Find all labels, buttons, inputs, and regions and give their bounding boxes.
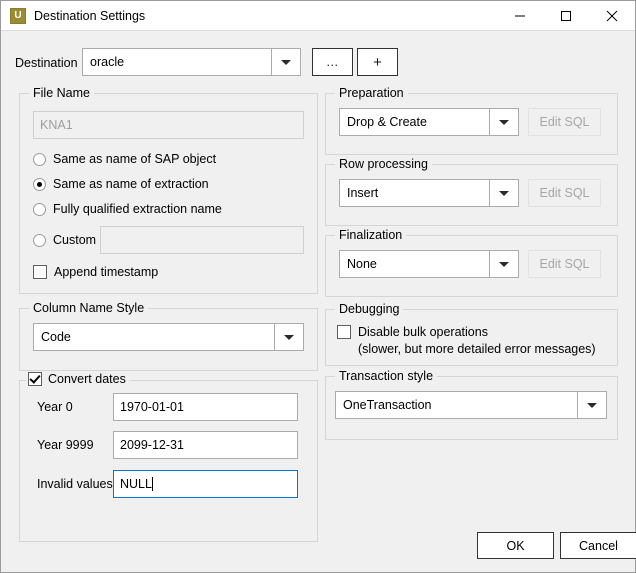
radio-fully-qualified-name[interactable]: Fully qualified extraction name — [33, 202, 222, 216]
title-bar: U Destination Settings — [1, 1, 635, 31]
browse-destination-button[interactable]: ... — [312, 48, 353, 76]
append-timestamp-checkbox[interactable]: Append timestamp — [33, 265, 158, 280]
radio-same-as-sap-object[interactable]: Same as name of SAP object — [33, 152, 216, 166]
convert-dates-checkbox-indicator[interactable] — [28, 372, 42, 386]
destination-combo[interactable]: oracle — [82, 48, 301, 76]
row-processing-value: Insert — [347, 186, 379, 200]
year-9999-value: 2099-12-31 — [120, 438, 184, 452]
file-name-group-title: File Name — [29, 86, 94, 100]
year-0-value: 1970-01-01 — [120, 400, 184, 414]
radio-label: Same as name of extraction — [53, 177, 209, 191]
year-9999-input[interactable]: 2099-12-31 — [113, 431, 298, 459]
radio-label: Fully qualified extraction name — [53, 202, 222, 216]
preparation-combo[interactable]: Drop & Create — [339, 108, 519, 136]
disable-bulk-operations-label: Disable bulk operations — [358, 325, 488, 339]
destination-combo-value: oracle — [90, 55, 125, 69]
chevron-down-icon[interactable] — [274, 324, 303, 350]
row-processing-edit-sql-button[interactable]: Edit SQL — [528, 179, 601, 207]
custom-file-name-input[interactable] — [100, 226, 304, 254]
disable-bulk-operations-checkbox[interactable]: Disable bulk operations — [337, 325, 488, 340]
ok-button-label: OK — [506, 538, 525, 553]
row-processing-group-title: Row processing — [335, 157, 432, 171]
finalization-group-title: Finalization — [335, 228, 407, 242]
destination-settings-window: U Destination Settings Destination oracl… — [0, 0, 636, 573]
file-name-preview-field: KNA1 — [33, 111, 304, 139]
checkbox-indicator — [33, 265, 47, 279]
finalization-value: None — [347, 257, 377, 271]
close-icon[interactable] — [589, 1, 635, 30]
checkbox-indicator — [337, 325, 351, 339]
window-title: Destination Settings — [34, 8, 146, 23]
radio-indicator — [33, 202, 46, 216]
maximize-icon[interactable] — [543, 1, 589, 30]
year-0-input[interactable]: 1970-01-01 — [113, 393, 298, 421]
chevron-down-icon[interactable] — [489, 180, 518, 206]
finalization-edit-sql-button[interactable]: Edit SQL — [528, 250, 601, 278]
disable-bulk-operations-note: (slower, but more detailed error message… — [358, 342, 596, 356]
radio-same-as-extraction[interactable]: Same as name of extraction — [33, 177, 209, 191]
preparation-edit-sql-button[interactable]: Edit SQL — [528, 108, 601, 136]
dialog-body: Destination oracle ... + File Name KNA1 … — [1, 31, 636, 572]
invalid-values-label: Invalid values — [37, 477, 113, 491]
row-processing-edit-sql-label: Edit SQL — [539, 186, 590, 200]
append-timestamp-label: Append timestamp — [54, 265, 159, 279]
convert-dates-group-title[interactable]: Convert dates — [26, 372, 130, 386]
column-name-style-group-title: Column Name Style — [29, 301, 149, 315]
add-destination-button[interactable]: + — [357, 48, 398, 76]
chevron-down-icon[interactable] — [489, 109, 518, 135]
invalid-values-input[interactable]: NULL — [113, 470, 298, 498]
year-9999-label: Year 9999 — [37, 438, 94, 452]
finalization-edit-sql-label: Edit SQL — [539, 257, 590, 271]
transaction-style-combo[interactable]: OneTransaction — [335, 391, 607, 419]
column-name-style-combo[interactable]: Code — [33, 323, 304, 351]
radio-label: Same as name of SAP object — [53, 152, 217, 166]
cancel-button-label: Cancel — [579, 538, 618, 553]
app-logo-icon: U — [10, 7, 26, 24]
transaction-style-group-title: Transaction style — [335, 369, 438, 383]
radio-indicator — [33, 177, 46, 191]
destination-label: Destination — [15, 56, 78, 70]
invalid-values-value: NULL — [120, 477, 152, 491]
preparation-value: Drop & Create — [347, 115, 427, 129]
window-controls — [497, 1, 635, 30]
transaction-style-value: OneTransaction — [343, 398, 432, 412]
preparation-group-title: Preparation — [335, 86, 408, 100]
column-name-style-value: Code — [41, 330, 71, 344]
ok-button[interactable]: OK — [477, 532, 554, 559]
chevron-down-icon[interactable] — [577, 392, 606, 418]
add-destination-label: + — [373, 53, 382, 71]
cancel-button[interactable]: Cancel — [560, 532, 636, 559]
file-name-preview-value: KNA1 — [40, 118, 73, 132]
year-0-label: Year 0 — [37, 400, 73, 414]
finalization-combo[interactable]: None — [339, 250, 519, 278]
row-processing-combo[interactable]: Insert — [339, 179, 519, 207]
radio-custom[interactable]: Custom — [33, 233, 96, 247]
radio-indicator — [33, 152, 46, 166]
convert-dates-label: Convert dates — [48, 372, 126, 386]
debugging-group-title: Debugging — [335, 302, 404, 316]
radio-label: Custom — [53, 233, 97, 247]
preparation-edit-sql-label: Edit SQL — [539, 115, 590, 129]
chevron-down-icon[interactable] — [489, 251, 518, 277]
browse-destination-label: ... — [326, 55, 339, 69]
minimize-icon[interactable] — [497, 1, 543, 30]
chevron-down-icon[interactable] — [271, 49, 300, 75]
radio-indicator — [33, 233, 46, 247]
text-caret — [151, 477, 153, 491]
